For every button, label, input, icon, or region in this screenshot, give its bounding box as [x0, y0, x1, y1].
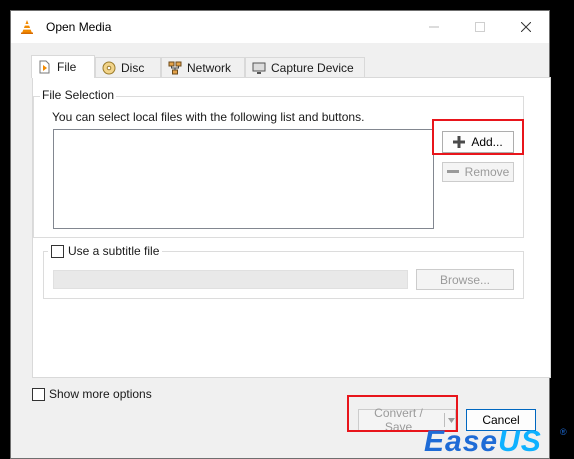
remove-button-label: Remove: [464, 165, 510, 179]
tab-file-label: File: [57, 60, 77, 74]
minimize-button[interactable]: [411, 11, 457, 43]
tab-capture-device-label: Capture Device: [271, 60, 354, 75]
easeus-watermark: EaseUS: [424, 425, 542, 459]
add-highlight-box: [432, 119, 524, 155]
browse-button-label: Browse...: [439, 272, 490, 287]
subtitle-checkbox-row[interactable]: Use a subtitle file: [48, 244, 163, 258]
show-more-options-row[interactable]: Show more options: [32, 387, 152, 401]
disc-icon: [102, 61, 116, 75]
vlc-cone-icon: [21, 20, 33, 34]
file-icon: [38, 60, 52, 74]
tab-network-label: Network: [187, 60, 232, 75]
file-list[interactable]: [53, 129, 434, 229]
tab-file[interactable]: File: [31, 55, 95, 78]
subtitle-checkbox-label: Use a subtitle file: [68, 244, 160, 258]
tab-disc-label: Disc: [121, 60, 145, 75]
network-icon: [168, 61, 182, 75]
window-title: Open Media: [46, 20, 112, 34]
close-icon: [521, 22, 531, 32]
subtitle-path-field[interactable]: [53, 270, 408, 289]
show-more-options-checkbox[interactable]: [32, 387, 45, 401]
title-bar: Open Media: [11, 11, 549, 43]
minus-icon: [446, 170, 459, 173]
tab-network[interactable]: Network: [161, 57, 245, 77]
file-selection-title: File Selection: [40, 88, 117, 102]
maximize-icon: [475, 22, 485, 32]
close-button[interactable]: [503, 11, 549, 43]
easeus-watermark-part1: Ease: [424, 425, 499, 458]
easeus-watermark-part2: US: [498, 425, 542, 458]
subtitle-checkbox[interactable]: [51, 244, 64, 258]
file-selection-hint: You can select local files with the foll…: [52, 110, 365, 124]
tab-disc[interactable]: Disc: [95, 57, 161, 77]
remove-button[interactable]: Remove: [442, 162, 514, 182]
maximize-button[interactable]: [457, 11, 503, 43]
show-more-options-label: Show more options: [49, 387, 152, 401]
registered-mark: ®: [560, 427, 567, 437]
minimize-icon: [429, 26, 439, 28]
tab-capture-device[interactable]: Capture Device: [245, 57, 365, 77]
browse-button[interactable]: Browse...: [416, 269, 514, 290]
capture-device-icon: [252, 61, 266, 75]
